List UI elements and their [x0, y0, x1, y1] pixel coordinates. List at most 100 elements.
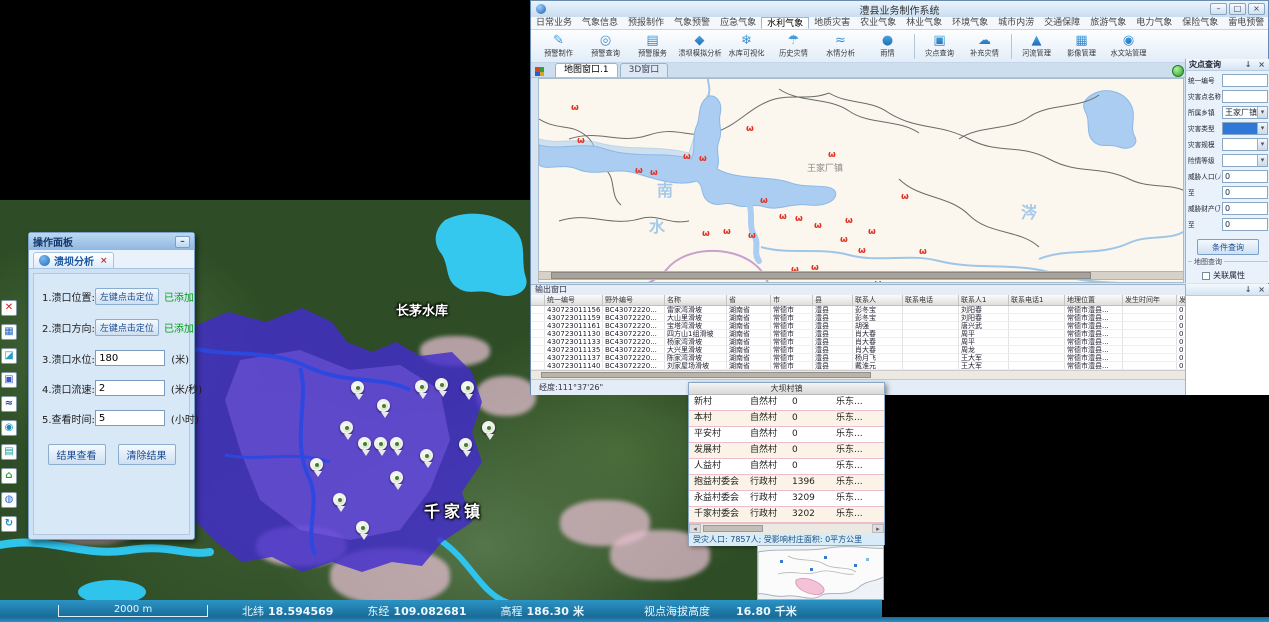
- column-header[interactable]: 野外编号: [603, 295, 665, 305]
- menu-tab[interactable]: 地质灾害: [809, 17, 855, 29]
- disaster-point-marker[interactable]: [746, 125, 754, 134]
- column-header[interactable]: [531, 295, 545, 305]
- column-header[interactable]: 联系人: [853, 295, 903, 305]
- field-control[interactable]: 0: [1222, 170, 1268, 183]
- village-row[interactable]: 本村自然村0乐东...: [689, 411, 884, 427]
- scroll-thumb[interactable]: [703, 525, 763, 532]
- toolbar-button[interactable]: ▤ 预警服务: [629, 34, 676, 59]
- village-pin[interactable]: [356, 521, 369, 534]
- village-row[interactable]: 新村自然村0乐东...: [689, 395, 884, 411]
- column-header[interactable]: 市: [771, 295, 813, 305]
- vector-map[interactable]: 南水涔 王家厂镇: [538, 78, 1184, 283]
- window-control-button[interactable]: □: [1229, 3, 1246, 15]
- village-row[interactable]: 人益村自然村0乐东...: [689, 459, 884, 475]
- layers-tool-icon[interactable]: ▦: [1, 324, 17, 340]
- toolbar-button[interactable]: ● 雨情: [864, 34, 911, 59]
- disaster-point-marker[interactable]: [571, 104, 579, 113]
- table-row[interactable]: 430723011161BC43072220...宝塔湾滑坡湖南省常德市澧县胡强…: [531, 322, 1185, 330]
- menu-tab[interactable]: 水利气象: [761, 17, 809, 29]
- field-control[interactable]: [1222, 122, 1268, 135]
- breach-direction-button[interactable]: 左键点击定位: [95, 319, 159, 336]
- village-pin[interactable]: [351, 381, 364, 394]
- toolbar-button[interactable]: ▲ 河流管理: [1011, 34, 1058, 59]
- workspace-icon[interactable]: [535, 67, 544, 76]
- disaster-point-marker[interactable]: [858, 247, 866, 256]
- toolbar-button[interactable]: ☁ 补充灾情: [961, 34, 1008, 59]
- field-control[interactable]: 0: [1222, 186, 1268, 199]
- clear-result-button[interactable]: 清除结果: [118, 444, 176, 465]
- field-control[interactable]: 0: [1222, 218, 1268, 231]
- close-tool-icon[interactable]: ✕: [1, 300, 17, 316]
- view-duration-input[interactable]: [95, 410, 165, 426]
- field-control[interactable]: [1222, 90, 1268, 103]
- breach-velocity-input[interactable]: [95, 380, 165, 396]
- village-pin[interactable]: [482, 421, 495, 434]
- field-control[interactable]: [1222, 74, 1268, 87]
- field-control[interactable]: [1222, 154, 1268, 167]
- table-row[interactable]: 430723011130BC43072220...四方山1组滑坡湖南省常德市澧县…: [531, 330, 1185, 338]
- toolbar-button[interactable]: ❄ 水库可视化: [723, 34, 770, 59]
- toolbar-button[interactable]: ▦ 影像管理: [1058, 34, 1105, 59]
- toolbar-button[interactable]: ◉ 水文站管理: [1105, 34, 1152, 59]
- column-header[interactable]: 统一编号: [545, 295, 603, 305]
- disaster-point-marker[interactable]: [840, 236, 848, 245]
- view-result-button[interactable]: 结果查看: [48, 444, 106, 465]
- menu-tab[interactable]: 城市内涝: [993, 17, 1039, 29]
- disaster-point-marker[interactable]: [702, 230, 710, 239]
- menu-tab[interactable]: 电力气象: [1131, 17, 1177, 29]
- village-pin[interactable]: [333, 493, 346, 506]
- column-header[interactable]: 地理位置: [1065, 295, 1123, 305]
- scroll-thumb[interactable]: [551, 272, 1091, 279]
- menu-tab[interactable]: 林业气象: [901, 17, 947, 29]
- toolbar-button[interactable]: ✎ 预警制作: [535, 34, 582, 59]
- menu-tab[interactable]: 交通保障: [1039, 17, 1085, 29]
- window-control-button[interactable]: –: [1210, 3, 1227, 15]
- disaster-point-marker[interactable]: [845, 217, 853, 226]
- close-tab-icon[interactable]: ×: [100, 256, 108, 266]
- assoc-checkbox[interactable]: [1202, 272, 1210, 280]
- village-pin[interactable]: [461, 381, 474, 394]
- terrain-tool-icon[interactable]: ▤: [1, 444, 17, 460]
- condition-query-button[interactable]: 条件查询: [1197, 239, 1259, 255]
- village-row[interactable]: 平安村自然村0乐东...: [689, 427, 884, 443]
- column-header[interactable]: 省: [727, 295, 771, 305]
- disaster-point-marker[interactable]: [814, 222, 822, 231]
- dam-analysis-tab[interactable]: 溃坝分析 ×: [33, 252, 114, 268]
- village-row[interactable]: 发展村自然村0乐东...: [689, 443, 884, 459]
- menu-tab[interactable]: 日常业务: [531, 17, 577, 29]
- village-row[interactable]: 永益村委会行政村3209乐东...: [689, 491, 884, 507]
- title-bar[interactable]: 澧县业务制作系统 –□×: [531, 1, 1268, 17]
- column-header[interactable]: 联系电话1: [1009, 295, 1065, 305]
- village-pin[interactable]: [340, 421, 353, 434]
- toolbar-button[interactable]: ☂ 历史灾情: [770, 34, 817, 59]
- table-horizontal-scrollbar[interactable]: [531, 370, 1185, 379]
- disaster-point-marker[interactable]: [795, 215, 803, 224]
- field-control[interactable]: [1222, 138, 1268, 151]
- table-row[interactable]: 430723011133BC43072220...杨家湾滑坡湖南省常德市澧县肖大…: [531, 338, 1185, 346]
- menu-tab[interactable]: 气象信息: [577, 17, 623, 29]
- villages-window-title[interactable]: 大坝村镇: [689, 383, 884, 395]
- disaster-point-marker[interactable]: [577, 137, 585, 146]
- overview-inset-map[interactable]: [757, 545, 884, 600]
- menu-tab[interactable]: 应急气象: [715, 17, 761, 29]
- disaster-point-marker[interactable]: [901, 193, 909, 202]
- villages-scrollbar[interactable]: ◂▸: [689, 523, 884, 533]
- table-row[interactable]: 430723011156BC43072220...雷家湾滑坡湖南省常德市澧县彭冬…: [531, 306, 1185, 314]
- locate-button[interactable]: [1172, 65, 1184, 77]
- toolbar-button[interactable]: ◆ 溃坝模拟分析: [676, 34, 723, 59]
- menu-tab[interactable]: 气象预警: [669, 17, 715, 29]
- globe-tool-icon[interactable]: ◍: [1, 492, 17, 508]
- map-tab[interactable]: 地图窗口.1: [555, 63, 618, 77]
- disaster-point-marker[interactable]: [779, 213, 787, 222]
- scroll-thumb[interactable]: [541, 372, 871, 378]
- column-header[interactable]: 联系人1: [959, 295, 1009, 305]
- disaster-point-marker[interactable]: [635, 167, 643, 176]
- disaster-point-marker[interactable]: [760, 197, 768, 206]
- village-pin[interactable]: [374, 437, 387, 450]
- disaster-point-marker[interactable]: [853, 282, 861, 283]
- column-header[interactable]: 县: [813, 295, 853, 305]
- map-horizontal-scrollbar[interactable]: [538, 271, 1184, 280]
- home-tool-icon[interactable]: ⌂: [1, 468, 17, 484]
- basin-tool-icon[interactable]: ◉: [1, 420, 17, 436]
- toolbar-button[interactable]: ◎ 预警查询: [582, 34, 629, 59]
